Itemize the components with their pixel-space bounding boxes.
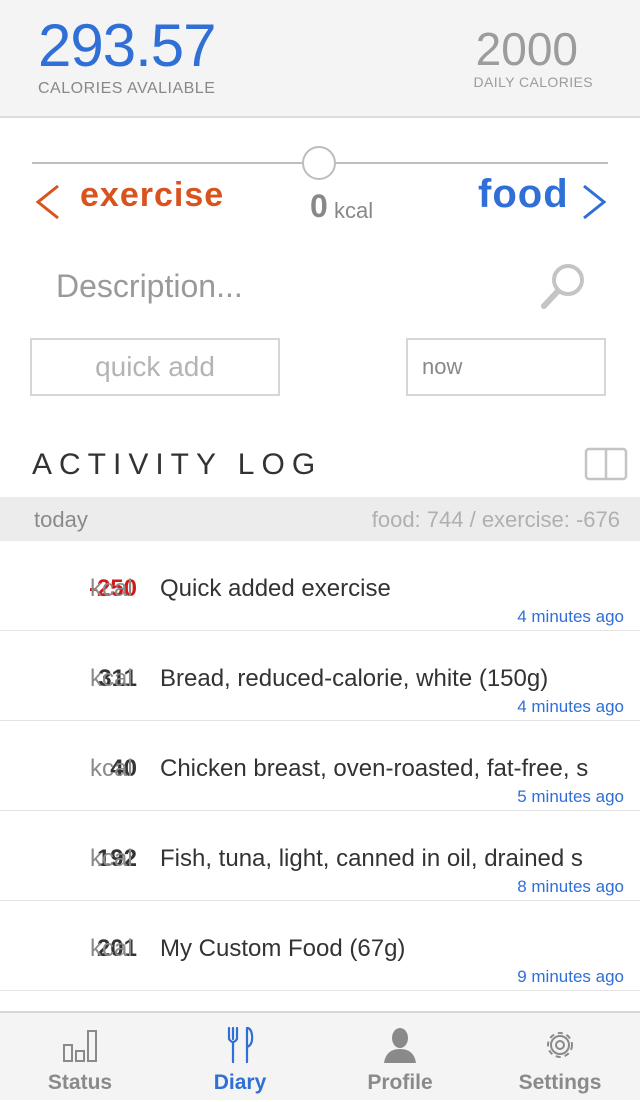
entry-time: 4 minutes ago <box>517 607 624 626</box>
daily-calories-value: 2000 <box>475 23 578 75</box>
time-field[interactable] <box>406 338 606 396</box>
list-item[interactable]: 40 kcal Chicken breast, oven-roasted, fa… <box>0 721 640 811</box>
tab-label: Settings <box>518 1071 602 1094</box>
list-item[interactable]: 311 kcal Bread, reduced-calorie, white (… <box>0 631 640 721</box>
person-icon <box>384 1028 416 1063</box>
list-item[interactable]: 201 kcal My Custom Food (67g) 9 minutes … <box>0 901 640 991</box>
gear-icon <box>547 1032 573 1058</box>
entry-time: 5 minutes ago <box>517 787 624 806</box>
daily-calories-label: DAILY CALORIES <box>473 74 593 90</box>
entry-kcal-value: 0 <box>310 188 328 224</box>
list-item[interactable]: -250 kcal Quick added exercise 4 minutes… <box>0 541 640 631</box>
book-icon[interactable] <box>584 446 628 482</box>
entry-kcal-unit: kcal <box>90 755 133 782</box>
fork-knife-icon <box>227 1026 254 1064</box>
activity-log-title: ACTIVITY LOG <box>32 448 323 481</box>
chevron-right-icon[interactable] <box>576 182 612 222</box>
entry-kcal-unit: kcal <box>90 665 133 692</box>
search-icon[interactable] <box>538 260 590 312</box>
tab-label: Diary <box>213 1071 267 1094</box>
entry-time: 8 minutes ago <box>517 877 624 896</box>
bar-chart-icon <box>63 1030 97 1062</box>
calorie-header: 293.57 CALORIES AVALIABLE 2000 DAILY CAL… <box>0 0 640 118</box>
day-header: today food: 744 / exercise: -676 <box>0 497 640 541</box>
entry-name: My Custom Food (67g) <box>160 935 406 962</box>
chevron-left-icon[interactable] <box>30 182 66 222</box>
entry-time: 9 minutes ago <box>517 967 624 986</box>
entry-time: 4 minutes ago <box>517 697 624 716</box>
tab-label: Status <box>47 1071 113 1094</box>
entry-name: Fish, tuna, light, canned in oil, draine… <box>160 845 583 872</box>
description-input[interactable] <box>40 258 520 314</box>
entry-kcal-unit: kcal <box>90 575 133 602</box>
day-summary: food: 744 / exercise: -676 <box>371 507 620 532</box>
tab-diary[interactable]: Diary <box>160 1013 320 1102</box>
calories-available-value: 293.57 <box>38 12 217 79</box>
food-toggle[interactable]: food <box>478 172 569 217</box>
day-label: today <box>34 507 88 532</box>
entry-name: Quick added exercise <box>160 575 391 602</box>
entry-name: Bread, reduced-calorie, white (150g) <box>160 665 549 692</box>
tab-settings[interactable]: Settings <box>480 1013 640 1102</box>
entry-name: Chicken breast, oven-roasted, fat-free, … <box>160 755 589 782</box>
tab-profile[interactable]: Profile <box>320 1013 480 1102</box>
tab-label: Profile <box>367 1071 433 1094</box>
exercise-toggle[interactable]: exercise <box>80 176 224 215</box>
tab-status[interactable]: Status <box>0 1013 160 1102</box>
entry-kcal-unit: kcal <box>90 845 133 872</box>
tab-bar: Status Diary Profile Settings <box>0 1011 640 1100</box>
list-item[interactable]: 192 kcal Fish, tuna, light, canned in oi… <box>0 811 640 901</box>
calories-available-label: CALORIES AVALIABLE <box>38 80 216 97</box>
entry-kcal-unit: kcal <box>90 935 133 962</box>
entry-kcal-unit: kcal <box>334 198 374 223</box>
quick-add-input[interactable] <box>30 338 280 396</box>
calorie-slider-thumb[interactable] <box>302 146 336 180</box>
